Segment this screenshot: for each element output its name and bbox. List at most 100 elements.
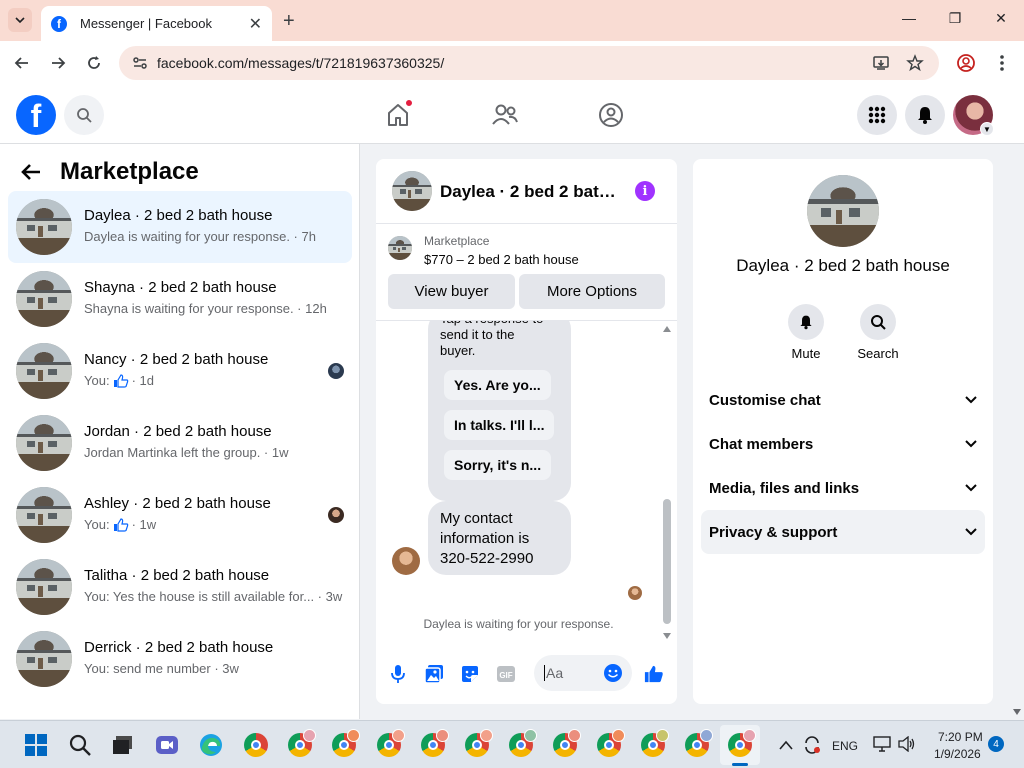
edge-button[interactable] xyxy=(197,731,225,759)
chrome-menu-icon[interactable] xyxy=(992,53,1012,73)
info-icon[interactable]: i xyxy=(635,181,655,201)
conversation-preview: Jordan Martinka left the group. · 1w xyxy=(84,445,289,460)
chat-members-section[interactable]: Chat members xyxy=(701,422,985,466)
message-input[interactable]: Aa xyxy=(534,655,632,691)
facebook-search-button[interactable] xyxy=(64,95,104,135)
quick-reply-button[interactable]: Sorry, it's n... xyxy=(444,450,552,480)
notifications-button[interactable] xyxy=(905,95,945,135)
mute-button[interactable] xyxy=(788,304,824,340)
voice-clip-button[interactable] xyxy=(388,664,408,684)
windows-logo-icon xyxy=(25,734,47,756)
back-arrow-icon[interactable] xyxy=(20,162,42,182)
restore-button[interactable]: ❐ xyxy=(943,10,967,27)
meet-app-button[interactable] xyxy=(153,731,181,759)
message-composer: GIF Aa xyxy=(376,654,677,694)
chevron-down-icon xyxy=(965,528,977,536)
chat-title[interactable]: Daylea · 2 bed 2 bath... xyxy=(440,182,620,202)
chat-scrollbar[interactable] xyxy=(663,499,671,624)
media-files-links-section[interactable]: Media, files and links xyxy=(701,466,985,510)
groups-nav-button[interactable] xyxy=(597,101,625,129)
notification-count-badge[interactable]: 4 xyxy=(988,736,1004,752)
home-nav-button[interactable] xyxy=(384,99,413,129)
page-scroll-down-icon[interactable] xyxy=(1012,708,1022,716)
back-button[interactable] xyxy=(10,51,34,75)
scroll-up-icon[interactable] xyxy=(662,325,672,333)
close-window-button[interactable]: ✕ xyxy=(989,10,1013,27)
chat-info-name: Daylea · 2 bed 2 bath house xyxy=(736,256,950,275)
emoji-icon[interactable] xyxy=(603,663,623,683)
chrome-profile-button[interactable] xyxy=(639,729,669,759)
chrome-profile-button[interactable] xyxy=(463,729,493,759)
chrome-profile-button[interactable] xyxy=(286,729,316,759)
conversation-item[interactable]: Jordan · 2 bed 2 bath house Jordan Marti… xyxy=(8,407,352,479)
clock-date[interactable]: 1/9/2026 xyxy=(934,747,981,761)
chrome-icon xyxy=(288,729,316,757)
preview-time: · 1d xyxy=(131,373,154,388)
search-in-chat-button[interactable] xyxy=(860,304,896,340)
volume-icon[interactable] xyxy=(898,736,916,752)
chrome-active-button[interactable] xyxy=(726,729,756,759)
menu-button[interactable] xyxy=(857,95,897,135)
conversation-item[interactable]: Ashley · 2 bed 2 bath house You: · 1w xyxy=(8,479,352,551)
chrome-icon xyxy=(728,729,756,757)
house-thumbnail xyxy=(16,559,72,615)
taskbar-search-button[interactable] xyxy=(66,731,94,759)
conversation-item[interactable]: Nancy · 2 bed 2 bath house You: · 1d xyxy=(8,335,352,407)
house-thumbnail xyxy=(16,343,72,399)
like-button[interactable] xyxy=(644,664,664,684)
tab-search-button[interactable] xyxy=(8,8,32,32)
facebook-logo-icon[interactable]: f xyxy=(16,95,56,135)
clock-time[interactable]: 7:20 PM xyxy=(938,730,983,744)
friends-nav-button[interactable] xyxy=(491,101,519,129)
customise-chat-section[interactable]: Customise chat xyxy=(701,378,985,422)
microphone-icon xyxy=(391,665,405,683)
chrome-profile-button[interactable] xyxy=(419,729,449,759)
sender-avatar[interactable] xyxy=(392,547,420,575)
new-tab-button[interactable]: + xyxy=(283,10,295,33)
sticker-button[interactable] xyxy=(460,664,480,684)
task-view-button[interactable] xyxy=(109,731,137,759)
sync-icon[interactable] xyxy=(802,735,822,755)
gif-button[interactable]: GIF xyxy=(496,664,516,684)
scroll-down-icon[interactable] xyxy=(662,632,672,640)
reload-button[interactable] xyxy=(82,51,106,75)
marketplace-title: Marketplace xyxy=(60,158,199,185)
browser-tab-messenger[interactable]: f Messenger | Facebook ✕ xyxy=(41,6,272,41)
quick-reply-button[interactable]: In talks. I'll l... xyxy=(444,410,555,440)
minimize-button[interactable]: — xyxy=(897,10,921,26)
profile-icon[interactable] xyxy=(956,53,976,73)
chat-listing-avatar[interactable] xyxy=(392,171,432,211)
conversation-item[interactable]: Talitha · 2 bed 2 bath house You: Yes th… xyxy=(8,551,352,623)
conversation-item[interactable]: Shayna · 2 bed 2 bath house Shayna is wa… xyxy=(8,263,352,335)
reload-icon xyxy=(88,56,100,69)
language-indicator[interactable]: ENG xyxy=(832,739,858,753)
mute-action[interactable]: Mute xyxy=(776,304,836,361)
chrome-profile-button[interactable] xyxy=(595,729,625,759)
search-icon xyxy=(871,315,886,330)
listing-price[interactable]: $770 – 2 bed 2 bath house xyxy=(424,252,579,267)
attach-media-button[interactable] xyxy=(424,664,444,684)
chrome-profile-button[interactable] xyxy=(683,729,713,759)
tab-close-icon[interactable]: ✕ xyxy=(249,14,262,34)
search-action[interactable]: Search xyxy=(848,304,908,361)
conversation-item[interactable]: Derrick · 2 bed 2 bath house You: send m… xyxy=(8,623,352,695)
chrome-icon xyxy=(244,733,268,757)
chrome-profile-button[interactable] xyxy=(375,729,405,759)
account-chevron-icon[interactable]: ▼ xyxy=(980,122,994,136)
more-options-button[interactable]: More Options xyxy=(519,274,665,309)
conversation-item[interactable]: Daylea · 2 bed 2 bath house Daylea is wa… xyxy=(8,191,352,263)
view-buyer-button[interactable]: View buyer xyxy=(388,274,515,309)
tray-chevron-up-icon[interactable] xyxy=(779,740,793,750)
conversation-name: Ashley · 2 bed 2 bath house xyxy=(84,495,271,512)
address-bar[interactable]: facebook.com/messages/t/721819637360325/ xyxy=(119,46,939,80)
start-button[interactable] xyxy=(22,731,50,759)
chrome-profile-button[interactable] xyxy=(330,729,360,759)
conversation-name: Talitha · 2 bed 2 bath house xyxy=(84,567,270,584)
privacy-support-section[interactable]: Privacy & support xyxy=(701,510,985,554)
chrome-profile-button[interactable] xyxy=(507,729,537,759)
chrome-taskbar-button[interactable] xyxy=(242,731,270,759)
chrome-profile-button[interactable] xyxy=(551,729,581,759)
display-icon[interactable] xyxy=(873,736,891,752)
quick-reply-button[interactable]: Yes. Are yo... xyxy=(444,370,551,400)
forward-button[interactable] xyxy=(46,51,70,75)
